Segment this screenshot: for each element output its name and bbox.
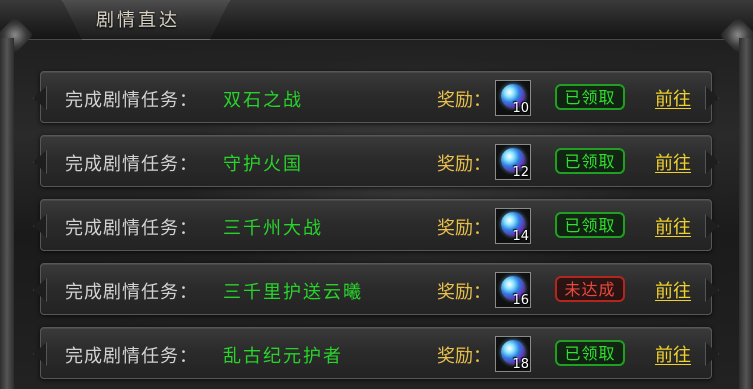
quest-name: 守护火国 — [223, 154, 303, 175]
status-badge-claimed: 已领取 — [555, 212, 625, 238]
quest-prefix: 完成剧情任务： — [65, 90, 198, 111]
reward-count: 10 — [512, 101, 529, 116]
quest-row: 完成剧情任务： 守护火国 奖励： 12 已领取 前往 — [40, 135, 712, 187]
story-direct-panel: 剧情直达 完成剧情任务： 双石之战 奖励： 10 已领取 前往 完成剧情任务： … — [0, 0, 753, 389]
reward-label: 奖励： — [437, 282, 491, 303]
goto-link[interactable]: 前往 — [655, 213, 691, 239]
reward-count: 18 — [512, 357, 529, 372]
reward-item-slot[interactable]: 14 — [495, 208, 531, 244]
goto-link[interactable]: 前往 — [655, 149, 691, 175]
quest-row: 完成剧情任务： 乱古纪元护者 奖励： 18 已领取 前往 — [40, 327, 712, 379]
reward-label: 奖励： — [437, 218, 491, 239]
reward-item-slot[interactable]: 18 — [495, 336, 531, 372]
quest-name: 双石之战 — [223, 90, 303, 111]
reward-item-slot[interactable]: 10 — [495, 80, 531, 116]
reward-item-slot[interactable]: 16 — [495, 272, 531, 308]
goto-link[interactable]: 前往 — [655, 277, 691, 303]
goto-link[interactable]: 前往 — [655, 341, 691, 367]
panel-left-frame — [0, 38, 14, 389]
quest-name: 乱古纪元护者 — [223, 346, 343, 367]
quest-prefix: 完成剧情任务： — [65, 282, 198, 303]
reward-label: 奖励： — [437, 154, 491, 175]
reward-count: 16 — [512, 293, 529, 308]
reward-label: 奖励： — [437, 90, 491, 111]
reward-item-slot[interactable]: 12 — [495, 144, 531, 180]
status-badge-claimed: 已领取 — [555, 148, 625, 174]
status-badge-unmet: 未达成 — [555, 276, 625, 302]
quest-row: 完成剧情任务： 双石之战 奖励： 10 已领取 前往 — [40, 71, 712, 123]
quest-name: 三千里护送云曦 — [223, 282, 363, 303]
panel-title: 剧情直达 — [96, 10, 180, 31]
quest-prefix: 完成剧情任务： — [65, 218, 198, 239]
reward-count: 14 — [512, 229, 529, 244]
quest-name: 三千州大战 — [223, 218, 323, 239]
quest-row: 完成剧情任务： 三千里护送云曦 奖励： 16 未达成 前往 — [40, 263, 712, 315]
quest-prefix: 完成剧情任务： — [65, 154, 198, 175]
goto-link[interactable]: 前往 — [655, 85, 691, 111]
panel-right-frame — [739, 38, 753, 389]
reward-label: 奖励： — [437, 346, 491, 367]
status-badge-claimed: 已领取 — [555, 84, 625, 110]
reward-count: 12 — [512, 165, 529, 180]
status-badge-claimed: 已领取 — [555, 340, 625, 366]
quest-row: 完成剧情任务： 三千州大战 奖励： 14 已领取 前往 — [40, 199, 712, 251]
quest-prefix: 完成剧情任务： — [65, 346, 198, 367]
